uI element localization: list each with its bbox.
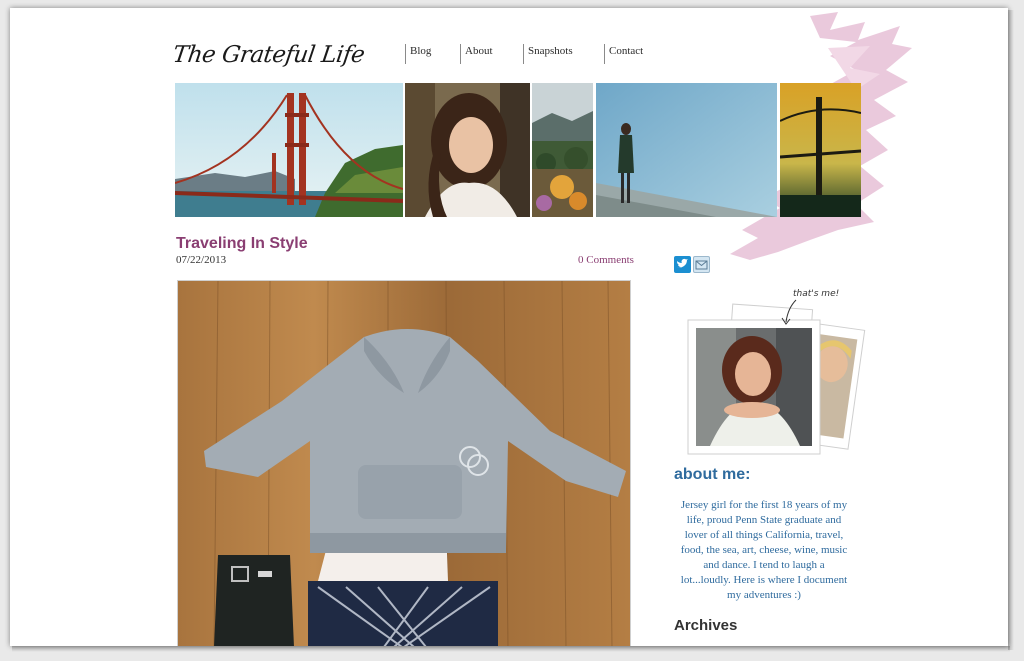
portrait-photo — [405, 83, 530, 217]
post-date: 07/22/2013 — [176, 254, 227, 266]
post-comments-link[interactable]: 0 Comments — [578, 254, 634, 266]
bridge-photo — [175, 83, 403, 217]
post-title[interactable]: Traveling In Style — [176, 235, 308, 253]
archives-heading: Archives — [674, 617, 738, 634]
mail-icon[interactable] — [693, 256, 710, 273]
nav-about[interactable]: About — [460, 44, 493, 64]
arrow-icon — [781, 299, 797, 325]
nav-contact[interactable]: Contact — [604, 44, 643, 64]
garden-photo — [532, 83, 593, 217]
nav-blog[interactable]: Blog — [405, 44, 431, 64]
blog-page: The Grateful Life Blog About Snapshots C… — [10, 8, 1008, 646]
sunset-bridge-photo — [780, 83, 861, 217]
header-photo-collage — [175, 83, 861, 217]
about-heading: about me: — [674, 466, 751, 483]
post-image — [177, 280, 631, 646]
about-text: Jersey girl for the first 18 years of my… — [680, 499, 848, 601]
site-logo[interactable]: The Grateful Life — [171, 42, 366, 68]
profile-polaroids — [680, 286, 870, 456]
page-shadow-bottom — [12, 646, 1010, 652]
twitter-icon[interactable] — [674, 256, 691, 273]
blue-wall-photo — [596, 83, 777, 217]
page-shadow — [1008, 10, 1014, 650]
nav-snapshots[interactable]: Snapshots — [523, 44, 573, 64]
